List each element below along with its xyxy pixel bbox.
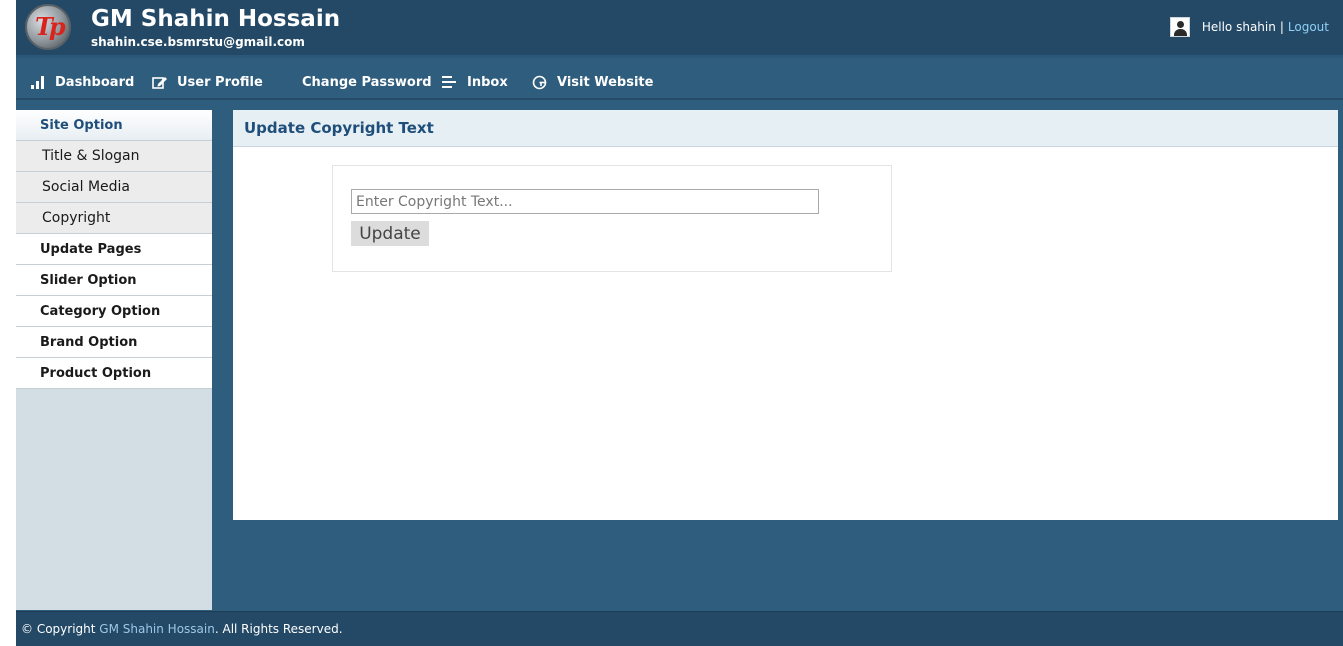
- separator: |: [1279, 20, 1284, 34]
- copyright-form: Update: [332, 165, 892, 272]
- nav-visit-website[interactable]: Visit Website: [532, 64, 653, 100]
- copyright-input[interactable]: [351, 189, 819, 214]
- greeting-text: Hello shahin: [1201, 20, 1276, 34]
- panel-title: Update Copyright Text: [233, 110, 1338, 147]
- nav-visit-website-label: Visit Website: [557, 74, 654, 90]
- sidebar-slider-option[interactable]: Slider Option: [16, 265, 212, 296]
- content-panel: Update Copyright Text Update: [233, 110, 1338, 520]
- nav-inbox[interactable]: Inbox: [442, 64, 508, 100]
- sidebar-update-pages[interactable]: Update Pages: [16, 234, 212, 265]
- site-title: GM Shahin Hossain: [91, 6, 341, 32]
- site-logo: Tp: [25, 4, 71, 50]
- sidebar-product-option[interactable]: Product Option: [16, 358, 212, 389]
- nav-change-password[interactable]: Change Password: [302, 64, 432, 100]
- update-button[interactable]: Update: [351, 221, 429, 246]
- nav-change-password-label: Change Password: [302, 74, 432, 90]
- logout-link[interactable]: Logout: [1288, 20, 1329, 34]
- footer: © Copyright GM Shahin Hossain. All Right…: [16, 611, 1343, 646]
- sidebar-category-option[interactable]: Category Option: [16, 296, 212, 327]
- site-email: shahin.cse.bsmrstu@gmail.com: [91, 35, 305, 49]
- user-avatar-icon: [1169, 17, 1190, 37]
- sidebar-site-option[interactable]: Site Option: [16, 110, 212, 141]
- nav-user-profile[interactable]: User Profile: [152, 64, 263, 100]
- sidebar-item-title-slogan[interactable]: Title & Slogan: [16, 141, 212, 172]
- list-icon: [442, 75, 460, 89]
- sidebar-brand-option[interactable]: Brand Option: [16, 327, 212, 358]
- bar-chart-icon: [30, 75, 48, 89]
- globe-icon: [532, 75, 550, 90]
- page-frame: Tp GM Shahin Hossain shahin.cse.bsmrstu@…: [16, 0, 1343, 646]
- sidebar-item-social-media[interactable]: Social Media: [16, 172, 212, 203]
- main-nav: Dashboard User Profile Change Password I…: [16, 64, 1343, 100]
- footer-suffix: . All Rights Reserved.: [214, 622, 343, 636]
- user-box: Hello shahin | Logout: [1169, 17, 1329, 37]
- sidebar: Site Option Title & Slogan Social Media …: [16, 110, 212, 610]
- footer-owner: GM Shahin Hossain: [99, 622, 215, 636]
- nav-dashboard[interactable]: Dashboard: [30, 64, 134, 100]
- nav-user-profile-label: User Profile: [177, 74, 263, 90]
- nav-dashboard-label: Dashboard: [55, 74, 135, 90]
- header: Tp GM Shahin Hossain shahin.cse.bsmrstu@…: [16, 0, 1343, 58]
- nav-inbox-label: Inbox: [467, 74, 508, 90]
- sidebar-item-copyright[interactable]: Copyright: [16, 203, 212, 234]
- edit-icon: [152, 75, 170, 89]
- footer-prefix: © Copyright: [21, 622, 96, 636]
